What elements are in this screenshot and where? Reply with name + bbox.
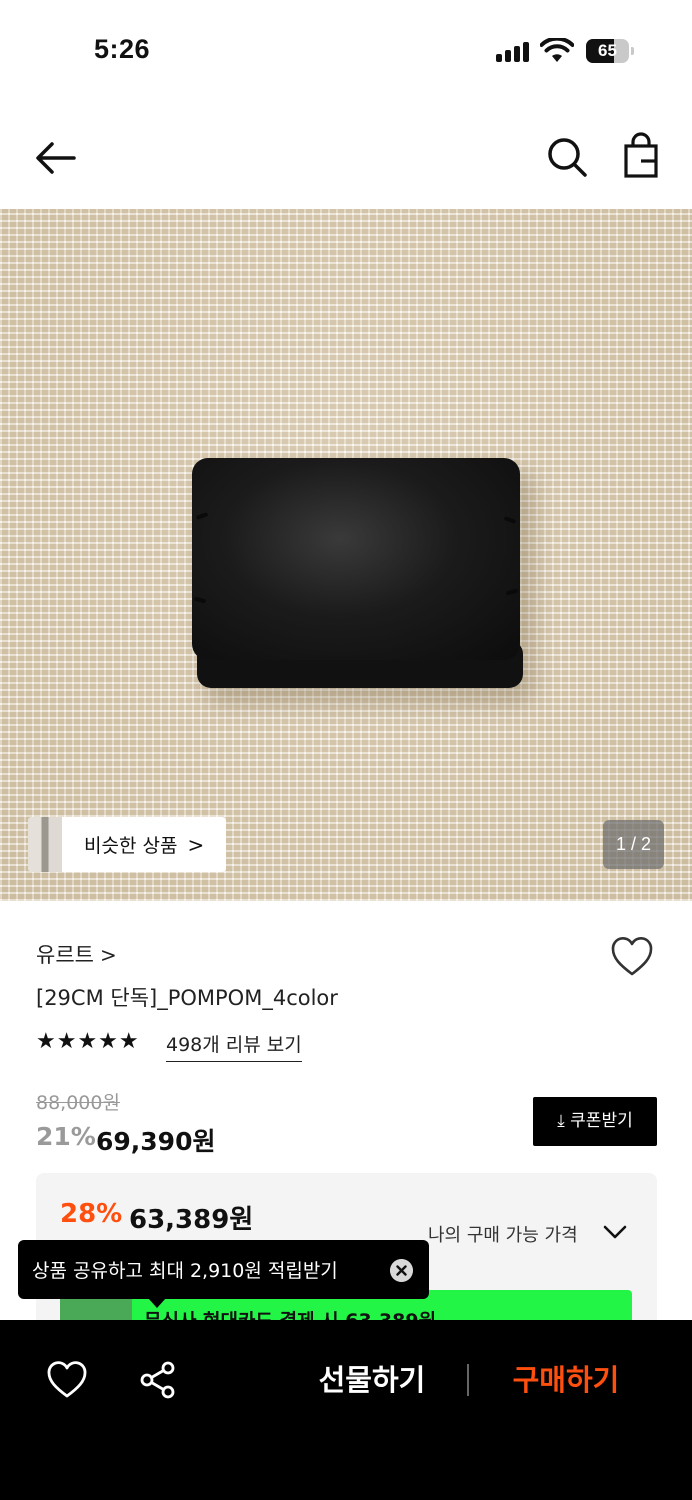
review-link[interactable]: 498개 리뷰 보기 <box>166 1030 302 1062</box>
shopping-bag-icon[interactable] <box>618 132 662 180</box>
status-time: 5:26 <box>94 34 151 64</box>
coupon-button-label: 쿠폰받기 <box>570 1111 633 1131</box>
app-header <box>0 108 692 208</box>
signal-icon <box>496 42 532 62</box>
best-price: 63,389원 <box>129 1205 254 1235</box>
share-reward-tooltip: 상품 공유하고 최대 2,910원 적립받기 <box>18 1240 429 1299</box>
product-image-gallery[interactable]: 비슷한 상품 > 1 / 2 <box>0 209 692 901</box>
brand-name: 유르트 <box>36 943 94 967</box>
tooltip-tail <box>148 1298 166 1308</box>
wifi-icon <box>540 38 574 62</box>
close-icon[interactable] <box>390 1259 413 1282</box>
product-title: [29CM 단독]_POMPOM_4color <box>36 986 338 1010</box>
similar-products-label: 비슷한 상품 <box>84 835 178 857</box>
chevron-right-icon: > <box>99 943 117 967</box>
my-price-label: 나의 구매 가능 가격 <box>428 1225 578 1246</box>
original-price: 88,000원 <box>36 1092 120 1114</box>
heart-icon[interactable] <box>46 1361 88 1399</box>
buy-button[interactable]: 구매하기 <box>498 1358 634 1402</box>
similar-products-button[interactable]: 비슷한 상품 > <box>28 817 226 872</box>
chevron-right-icon: > <box>187 832 205 857</box>
chevron-down-icon[interactable] <box>602 1223 628 1241</box>
tooltip-text: 상품 공유하고 최대 2,910원 적립받기 <box>32 1260 338 1282</box>
best-discount-rate: 28% <box>60 1199 123 1229</box>
battery-level: 65 <box>598 41 617 60</box>
gift-button[interactable]: 선물하기 <box>304 1358 440 1402</box>
divider <box>467 1364 469 1396</box>
rating-stars: ★★★★★ <box>36 1029 140 1054</box>
sale-price: 69,390원 <box>96 1127 216 1156</box>
battery-icon: 65 <box>586 39 634 63</box>
search-icon[interactable] <box>544 134 590 180</box>
product-image-wallet <box>192 458 520 660</box>
download-icon: ⤓ <box>557 1111 571 1131</box>
bottom-action-bar: 선물하기 구매하기 <box>0 1320 692 1500</box>
back-arrow-icon[interactable] <box>30 136 82 180</box>
brand-link[interactable]: 유르트 > <box>36 939 117 969</box>
image-counter: 1 / 2 <box>603 820 664 869</box>
share-icon[interactable] <box>138 1360 178 1400</box>
coupon-button[interactable]: ⤓ 쿠폰받기 <box>533 1097 657 1146</box>
status-bar: 5:26 65 <box>0 0 692 100</box>
similar-products-thumbnail <box>28 817 62 872</box>
discount-rate: 21% <box>36 1122 96 1151</box>
heart-icon[interactable] <box>610 936 654 978</box>
